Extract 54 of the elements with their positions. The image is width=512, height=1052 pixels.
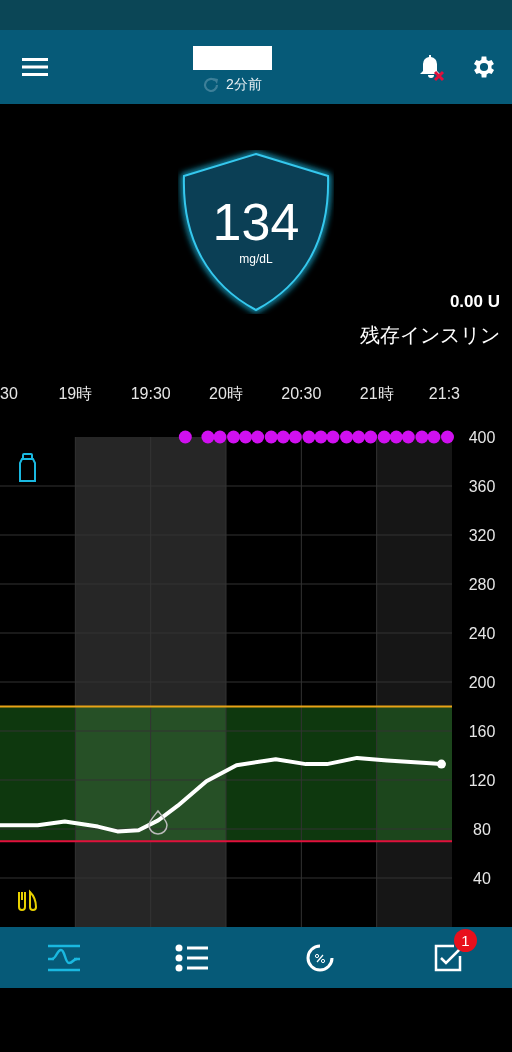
high-reading-dot: [288, 430, 302, 444]
high-reading-dot: [352, 430, 366, 444]
high-reading-dot: [377, 430, 391, 444]
y-axis-label: 240: [468, 625, 496, 642]
y-axis-label: 200: [468, 674, 496, 691]
high-reading-dot: [401, 430, 415, 444]
time-axis-label: 21時: [359, 385, 394, 402]
last-update-time: 2分前: [226, 76, 262, 94]
vial-icon[interactable]: [19, 453, 36, 482]
nav-tab[interactable]: 1: [384, 927, 512, 988]
time-axis-label: 21:3: [428, 385, 460, 402]
time-axis-label: 30: [0, 385, 18, 402]
high-reading-dot: [264, 430, 278, 444]
glucose-unit: mg/dL: [239, 252, 273, 266]
insulin-amount: 0.00 U: [449, 292, 500, 312]
y-axis-label: 400: [468, 429, 496, 446]
high-reading-dot: [201, 430, 215, 444]
y-axis-label: 320: [468, 527, 496, 544]
high-reading-dot: [441, 430, 454, 444]
time-axis-label: 20時: [209, 385, 243, 402]
high-reading-dot: [427, 430, 441, 444]
high-reading-dot: [326, 430, 340, 444]
notification-badge: 1: [454, 928, 477, 952]
food-icon[interactable]: [18, 891, 37, 911]
latest-reading-dot: [436, 759, 446, 769]
drop-icon[interactable]: [148, 810, 168, 835]
checkbox-icon: [433, 942, 463, 973]
high-reading-dot: [251, 430, 265, 444]
list-icon: [175, 943, 209, 972]
menu-icon[interactable]: [22, 57, 48, 77]
high-reading-dot: [213, 430, 227, 444]
time-axis-label: 19時: [58, 385, 93, 402]
high-reading-dot: [415, 430, 429, 444]
glucose-value: 134: [212, 194, 300, 250]
y-axis-label: 40: [473, 870, 491, 887]
y-axis-label: 120: [468, 772, 496, 789]
y-axis-label: 280: [468, 576, 496, 593]
y-axis-label: 160: [468, 723, 496, 740]
high-reading-dot: [276, 430, 290, 444]
high-reading-dot: [239, 430, 253, 444]
high-reading-dot: [364, 430, 378, 444]
y-axis-label: 360: [468, 478, 496, 495]
time-axis-label: 20:30: [281, 385, 322, 402]
y-axis-label: 80: [473, 821, 491, 838]
high-reading-dot: [302, 430, 316, 444]
high-reading-dot: [389, 430, 403, 444]
high-reading-dot: [178, 430, 192, 444]
percent-dial-icon: [305, 942, 335, 973]
glucose-graph-icon: [47, 942, 81, 973]
high-reading-dot: [227, 430, 241, 444]
insulin-label: 残存インスリン: [360, 323, 500, 348]
high-reading-dot: [314, 430, 328, 444]
high-reading-dot: [340, 430, 354, 444]
time-axis-label: 19:30: [130, 385, 171, 402]
